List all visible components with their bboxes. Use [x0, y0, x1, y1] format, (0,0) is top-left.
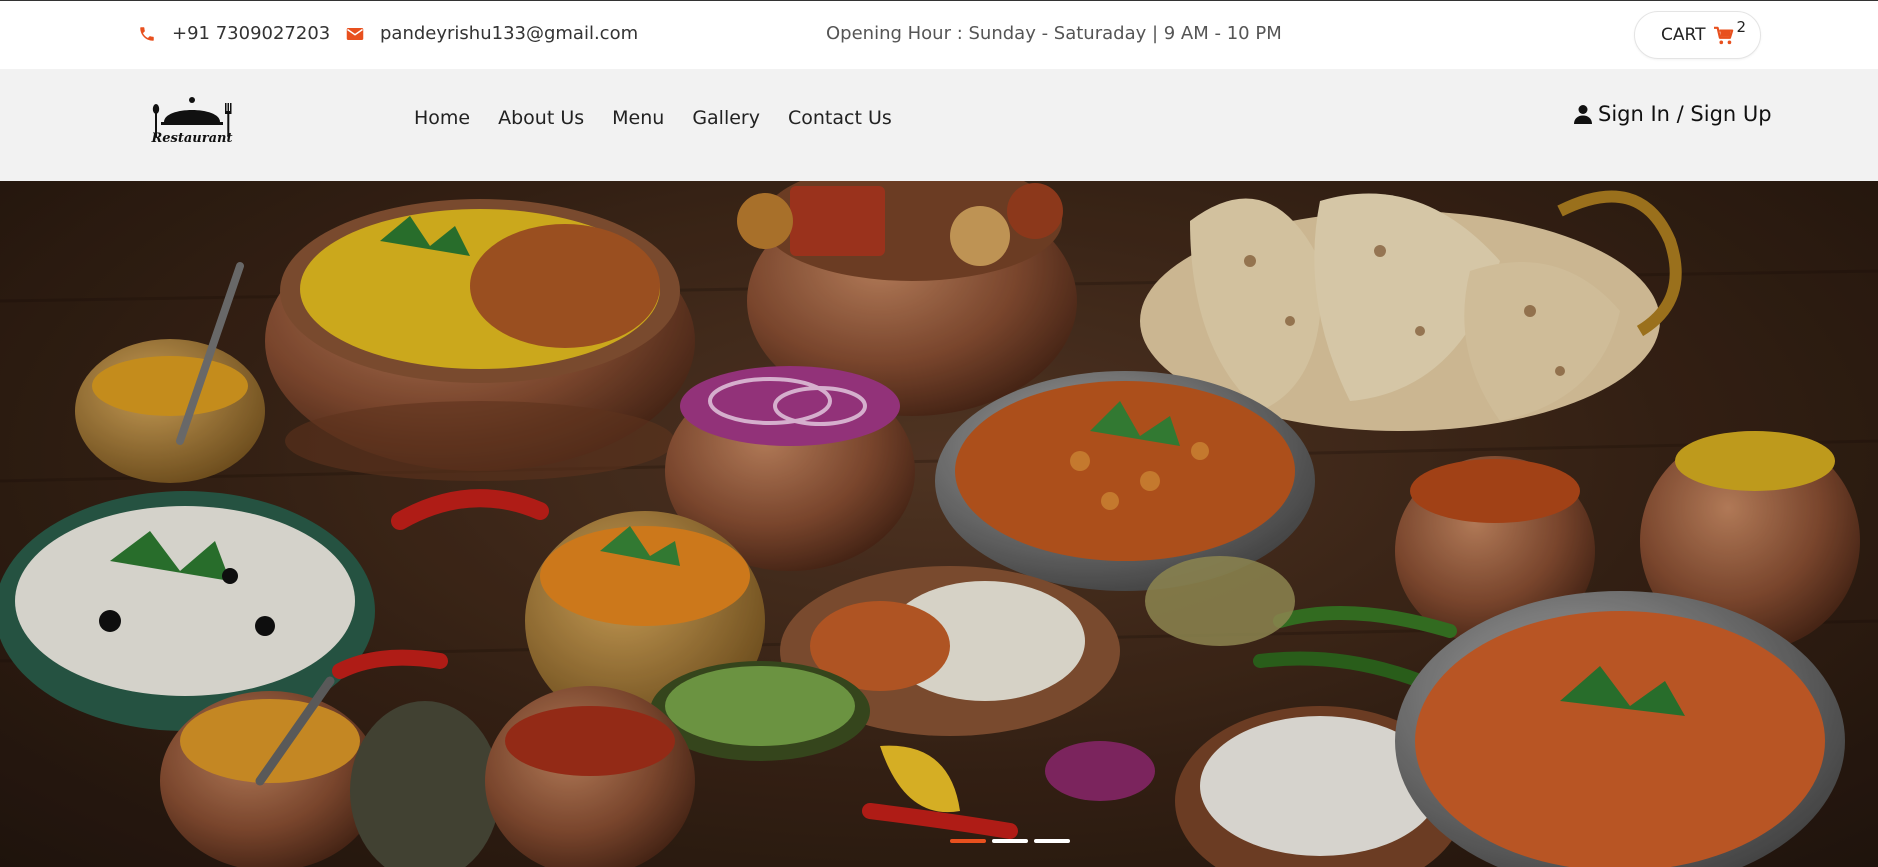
carousel-dot-1[interactable] — [950, 839, 986, 843]
cloche-logo-icon: Restaurant — [150, 97, 233, 146]
top-bar: +91 7309027203 pandeyrishu133@gmail.com … — [0, 0, 1878, 69]
cart-icon — [1714, 26, 1734, 45]
cart-label: CART — [1661, 25, 1706, 45]
email-address: pandeyrishu133@gmail.com — [380, 23, 639, 44]
nav-about-us[interactable]: About Us — [498, 107, 584, 129]
nav-contact-us[interactable]: Contact Us — [788, 107, 892, 129]
carousel-indicators — [950, 839, 1076, 843]
carousel-dot-2[interactable] — [992, 839, 1028, 843]
logo-text: Restaurant — [150, 131, 232, 146]
phone-icon — [140, 26, 154, 41]
main-navbar: Restaurant Home About Us Menu Gallery Co… — [0, 69, 1878, 181]
envelope-icon — [346, 27, 364, 40]
restaurant-logo[interactable]: Restaurant — [148, 95, 236, 153]
cart-count-badge: 2 — [1736, 18, 1747, 36]
carousel-dot-3[interactable] — [1034, 839, 1070, 843]
nav-menu[interactable]: Menu — [612, 107, 664, 129]
phone-number: +91 7309027203 — [172, 23, 331, 44]
nav-links: Home About Us Menu Gallery Contact Us — [414, 107, 920, 129]
opening-hours: Opening Hour : Sunday - Saturaday | 9 AM… — [826, 23, 1282, 44]
sign-in-label: Sign In / Sign Up — [1598, 102, 1772, 126]
sign-in-link[interactable]: Sign In / Sign Up — [1574, 102, 1772, 126]
user-icon — [1574, 105, 1592, 124]
nav-home[interactable]: Home — [414, 107, 470, 129]
cart-button[interactable]: CART 2 — [1634, 11, 1761, 59]
nav-gallery[interactable]: Gallery — [692, 107, 760, 129]
email-contact[interactable]: pandeyrishu133@gmail.com — [346, 23, 638, 44]
phone-contact[interactable]: +91 7309027203 — [138, 23, 330, 44]
hero-banner — [0, 181, 1878, 867]
food-spread-image — [0, 181, 1878, 867]
